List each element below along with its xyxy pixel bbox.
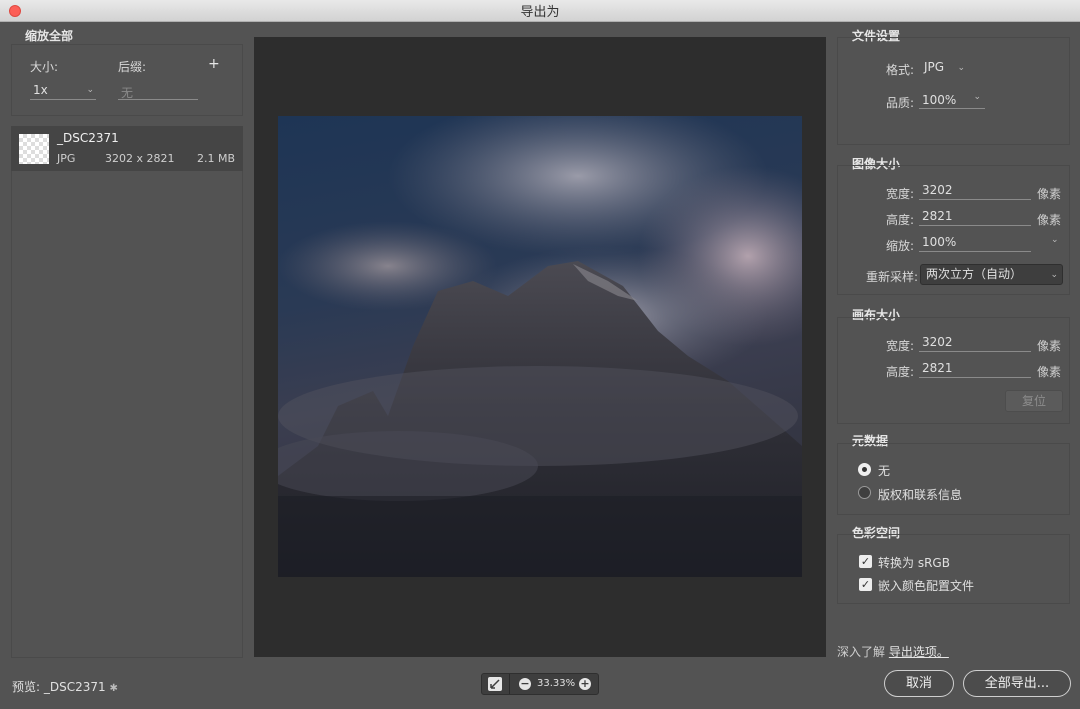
zoom-controls: − 33.33% + — [481, 673, 599, 695]
preview-canvas[interactable] — [254, 37, 826, 657]
size-select-value: 1x — [33, 83, 48, 97]
preview-file-name: _DSC2371 — [43, 680, 106, 694]
canvas-height-input[interactable]: 2821 — [919, 361, 1031, 378]
chevron-down-icon: ⌄ — [86, 85, 94, 95]
quality-select[interactable]: 100% ⌄ — [919, 92, 985, 109]
format-select-value: JPG — [924, 60, 945, 74]
canvas-width-input[interactable]: 3202 — [919, 335, 1031, 352]
image-height-unit: 像素 — [1037, 213, 1062, 227]
asset-format: JPG — [57, 152, 76, 165]
zoom-out-icon[interactable]: − — [519, 678, 531, 690]
preview-image — [278, 116, 802, 577]
format-select[interactable]: JPG ⌄ — [919, 58, 969, 78]
format-label: 格式: — [885, 63, 914, 77]
chevron-down-icon: ⌄ — [957, 63, 965, 73]
metadata-box — [837, 443, 1070, 515]
export-all-button[interactable]: 全部导出... — [963, 670, 1071, 697]
zoom-divider — [509, 674, 510, 694]
add-scale-icon[interactable]: + — [208, 56, 220, 72]
scale-value: 100% — [922, 235, 957, 249]
scale-input[interactable]: 100% — [919, 235, 1031, 252]
convert-srgb-checkbox[interactable]: ✓ — [859, 555, 872, 568]
canvas-height-unit: 像素 — [1037, 365, 1062, 379]
size-select[interactable]: 1x ⌄ — [30, 83, 96, 100]
scale-chevron-down-icon[interactable]: ⌄ — [1051, 235, 1059, 245]
fit-view-icon[interactable] — [488, 677, 502, 691]
chevron-down-icon: ⌄ — [1050, 270, 1058, 280]
file-settings-box — [837, 37, 1070, 145]
quality-label: 品质: — [885, 96, 914, 110]
learn-more: 深入了解 导出选项。 — [837, 643, 949, 660]
loading-spinner-icon: ✱ — [109, 683, 118, 694]
canvas-width-unit: 像素 — [1037, 339, 1062, 353]
export-as-window: 导出为 缩放全部 大小: 后缀: + 1x ⌄ 无 _DSC2371 JPG 3… — [0, 0, 1080, 709]
canvas-height-value: 2821 — [922, 361, 953, 375]
suffix-placeholder: 无 — [121, 86, 134, 100]
suffix-input[interactable]: 无 — [118, 83, 198, 100]
window-title: 导出为 — [520, 5, 560, 20]
embed-profile-label: 嵌入颜色配置文件 — [878, 579, 975, 593]
image-width-value: 3202 — [922, 183, 953, 197]
asset-list-item[interactable]: _DSC2371 JPG 3202 x 2821 2.1 MB — [11, 126, 243, 171]
asset-thumbnail — [19, 134, 49, 164]
metadata-none-label: 无 — [878, 464, 891, 478]
metadata-copyright-radio[interactable] — [858, 486, 871, 499]
preview-name: 预览: _DSC2371 ✱ — [12, 678, 118, 695]
image-height-label: 高度: — [885, 213, 914, 227]
resample-select[interactable]: 两次立方（自动） ⌄ — [920, 264, 1063, 285]
image-width-unit: 像素 — [1037, 187, 1062, 201]
image-height-value: 2821 — [922, 209, 953, 223]
image-height-input[interactable]: 2821 — [919, 209, 1031, 226]
image-width-input[interactable]: 3202 — [919, 183, 1031, 200]
asset-name: _DSC2371 — [57, 131, 119, 145]
metadata-none-radio[interactable] — [858, 463, 871, 476]
cancel-button[interactable]: 取消 — [884, 670, 954, 697]
close-window-button[interactable] — [9, 5, 21, 17]
title-bar: 导出为 — [0, 0, 1080, 22]
preview-label: 预览: — [12, 680, 41, 694]
asset-list-area — [11, 171, 243, 658]
resample-label: 重新采样: — [865, 270, 918, 284]
scale-all-header: 缩放全部 — [25, 29, 74, 43]
zoom-level: 33.33% — [537, 678, 576, 689]
asset-dimensions: 3202 x 2821 — [105, 152, 175, 165]
size-label: 大小: — [30, 60, 59, 74]
zoom-in-icon[interactable]: + — [579, 678, 591, 690]
resample-select-value: 两次立方（自动） — [926, 267, 1023, 281]
scale-label: 缩放: — [885, 239, 914, 253]
canvas-width-value: 3202 — [922, 335, 953, 349]
asset-filesize: 2.1 MB — [197, 152, 236, 165]
embed-profile-checkbox[interactable]: ✓ — [859, 578, 872, 591]
chevron-down-icon: ⌄ — [973, 92, 981, 102]
export-options-link[interactable]: 导出选项。 — [889, 645, 949, 659]
quality-select-value: 100% — [922, 93, 957, 107]
metadata-copyright-label: 版权和联系信息 — [878, 488, 963, 502]
convert-srgb-label: 转换为 sRGB — [878, 556, 950, 570]
canvas-height-label: 高度: — [885, 365, 914, 379]
suffix-label: 后缀: — [118, 60, 147, 74]
scale-settings-box — [11, 44, 243, 116]
image-width-label: 宽度: — [885, 187, 914, 201]
reset-button[interactable]: 复位 — [1005, 390, 1063, 412]
learn-more-prefix: 深入了解 — [837, 645, 886, 659]
canvas-width-label: 宽度: — [885, 339, 914, 353]
